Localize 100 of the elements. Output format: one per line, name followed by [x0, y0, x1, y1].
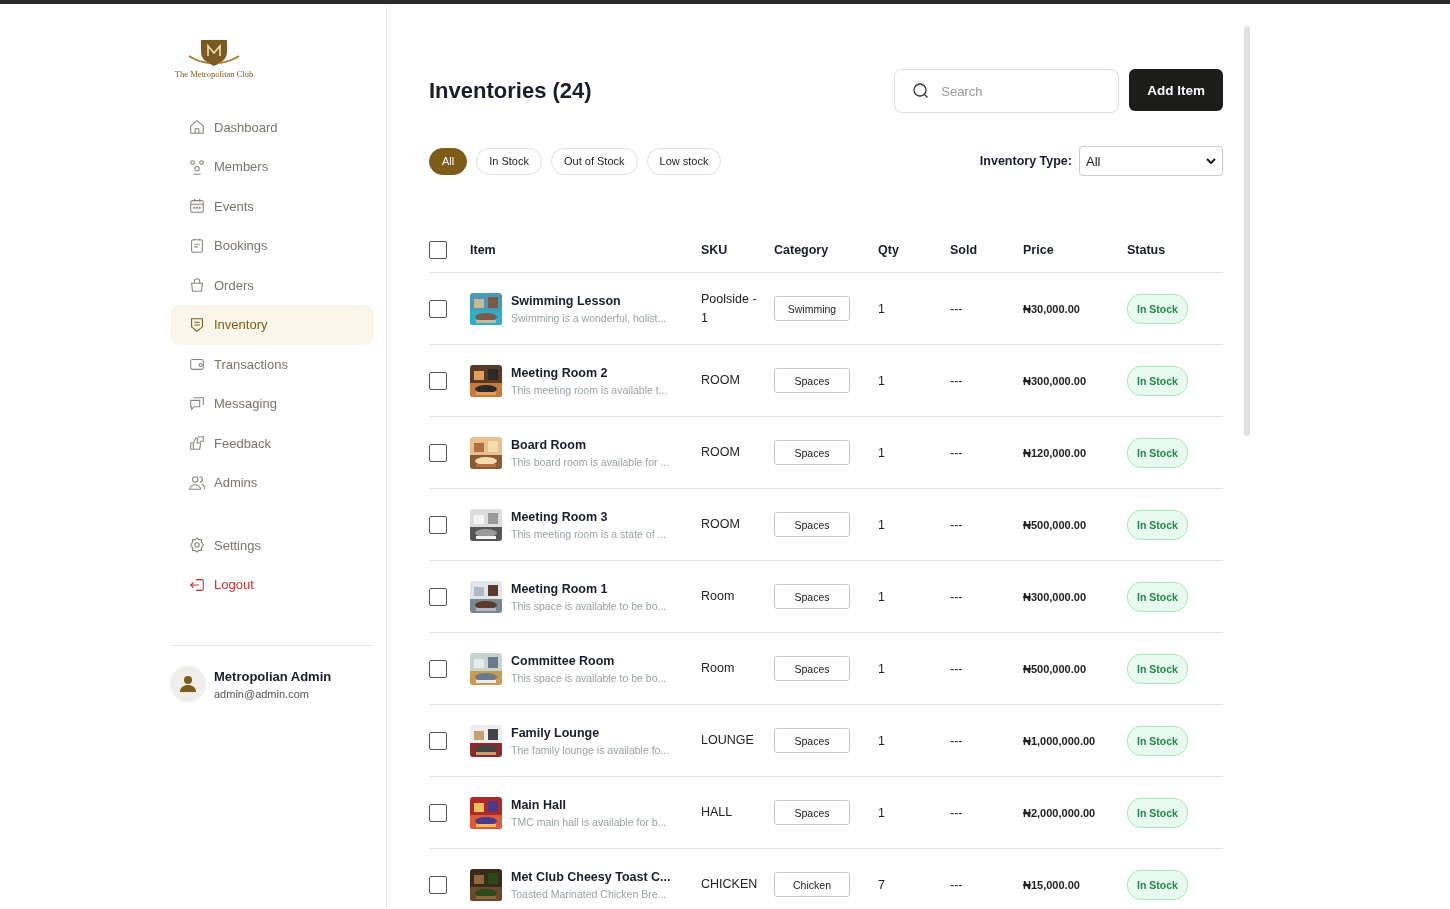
gear-icon	[188, 536, 206, 554]
nav-item[interactable]: Feedback	[170, 423, 374, 463]
item-description: This board room is available for ...	[511, 455, 670, 468]
sold-text: ---	[950, 661, 964, 676]
sku-text: ROOM	[701, 516, 741, 534]
sold-text: ---	[950, 301, 964, 316]
item-name: Family Lounge	[511, 725, 601, 740]
price-text: ₦500,000.00	[1023, 518, 1087, 531]
sold-text: ---	[950, 445, 964, 460]
status-pill: In Stock	[1127, 797, 1188, 828]
item-description: This space is available to be bo...	[511, 671, 667, 684]
category-tag: Spaces	[774, 584, 850, 609]
item-description: This meeting room is a state of ...	[511, 527, 667, 540]
calendar-icon	[188, 197, 206, 215]
sold-text: ---	[950, 733, 964, 748]
qty-text: 1	[878, 805, 886, 820]
checkbox[interactable]	[429, 443, 447, 462]
inventory-type-dropdown[interactable]: All	[1079, 146, 1223, 176]
category-tag: Spaces	[774, 728, 850, 753]
status-pill: In Stock	[1127, 293, 1188, 324]
people-icon	[188, 157, 206, 176]
sku-text: LOUNGE	[701, 732, 755, 750]
bag-icon	[188, 276, 206, 294]
item-description: The family lounge is available fo...	[511, 743, 670, 756]
qty-text: 1	[878, 589, 886, 604]
brand-name: The Metropolitan Club	[174, 69, 254, 79]
status-pill: In Stock	[1127, 365, 1188, 396]
checkbox[interactable]	[429, 515, 447, 534]
nav-item[interactable]: Messaging	[170, 383, 374, 424]
status-pill: In Stock	[1127, 869, 1188, 900]
price-text: ₦30,000.00	[1023, 302, 1081, 315]
column-header: SKU	[701, 243, 729, 257]
nav-item[interactable]: Settings	[170, 525, 374, 565]
qty-text: 7	[878, 877, 886, 892]
item-name: Board Room	[511, 437, 587, 452]
column-header: Price	[1023, 243, 1055, 257]
nav-item[interactable]: Transactions	[170, 344, 374, 384]
nav-item[interactable]: Admins	[170, 462, 374, 503]
clipboard-icon	[188, 236, 206, 255]
item-name: Meeting Room 3	[511, 509, 609, 524]
status-pill: In Stock	[1127, 581, 1188, 612]
nav-item[interactable]: Events	[170, 186, 374, 226]
qty-text: 1	[878, 445, 886, 460]
filter-chip[interactable]: In Stock	[476, 147, 542, 175]
item-description: Swimming is a wonderful, holist...	[511, 311, 667, 324]
filter-chip[interactable]: All	[429, 147, 468, 175]
crest-logo	[187, 38, 241, 68]
nav-item[interactable]: Logout	[170, 564, 374, 605]
price-text: ₦300,000.00	[1023, 374, 1087, 387]
price-text: ₦1,000,000.00	[1023, 734, 1097, 747]
chat-icon	[188, 394, 206, 413]
checkbox[interactable]	[429, 371, 447, 390]
sold-text: ---	[950, 877, 964, 892]
chevron-icon	[1206, 157, 1216, 165]
search-field[interactable]: Search	[894, 69, 1120, 113]
sold-text: ---	[950, 589, 964, 604]
add-item-button[interactable]: Add Item	[1129, 69, 1223, 111]
item-name: Meeting Room 2	[511, 365, 609, 380]
category-tag: Spaces	[774, 368, 850, 393]
price-text: ₦500,000.00	[1023, 662, 1087, 675]
scrollbar[interactable]	[1244, 26, 1250, 436]
category-tag: Spaces	[774, 440, 850, 465]
category-tag: Spaces	[774, 800, 850, 825]
column-header: Category	[774, 243, 830, 257]
thumbs-up-icon	[188, 434, 206, 452]
checkbox[interactable]	[429, 803, 447, 822]
checkbox[interactable]	[429, 587, 447, 606]
item-description: Toasted Marinated Chicken Bre...	[511, 887, 668, 900]
page-title: Inventories (24)	[429, 78, 592, 104]
column-header: Qty	[878, 243, 900, 257]
status-pill: In Stock	[1127, 725, 1188, 756]
house-icon	[188, 118, 206, 136]
qty-text: 1	[878, 373, 886, 388]
column-header: Item	[470, 243, 497, 257]
checkbox[interactable]	[429, 299, 447, 318]
category-tag: Spaces	[774, 512, 850, 537]
nav-item[interactable]: Bookings	[170, 225, 374, 266]
status-pill: In Stock	[1127, 437, 1188, 468]
nav-item[interactable]: Inventory	[170, 304, 374, 345]
sku-text: HALL	[701, 804, 734, 822]
sold-text: ---	[950, 517, 964, 532]
qty-text: 1	[878, 661, 886, 676]
category-tag: Swimming	[774, 296, 850, 321]
sku-text: Room	[701, 660, 736, 678]
checkbox[interactable]	[429, 875, 447, 894]
item-name: Met Club Cheesy Toast C...	[511, 869, 671, 884]
sku-text: Poolside - 1	[701, 291, 758, 327]
checkbox[interactable]	[429, 241, 447, 259]
nav-item[interactable]: Orders	[170, 265, 374, 305]
sku-text: ROOM	[701, 372, 741, 390]
checkbox[interactable]	[429, 659, 447, 678]
category-tag: Spaces	[774, 656, 850, 681]
sku-text: ROOM	[701, 444, 741, 462]
avatar-icon	[170, 666, 206, 702]
checkbox[interactable]	[429, 731, 447, 750]
price-text: ₦15,000.00	[1023, 878, 1081, 891]
filter-chip[interactable]: Low stock	[646, 147, 722, 175]
nav-item[interactable]: Dashboard	[170, 107, 374, 147]
nav-item[interactable]: Members	[170, 146, 374, 187]
filter-chip[interactable]: Out of Stock	[551, 147, 638, 175]
